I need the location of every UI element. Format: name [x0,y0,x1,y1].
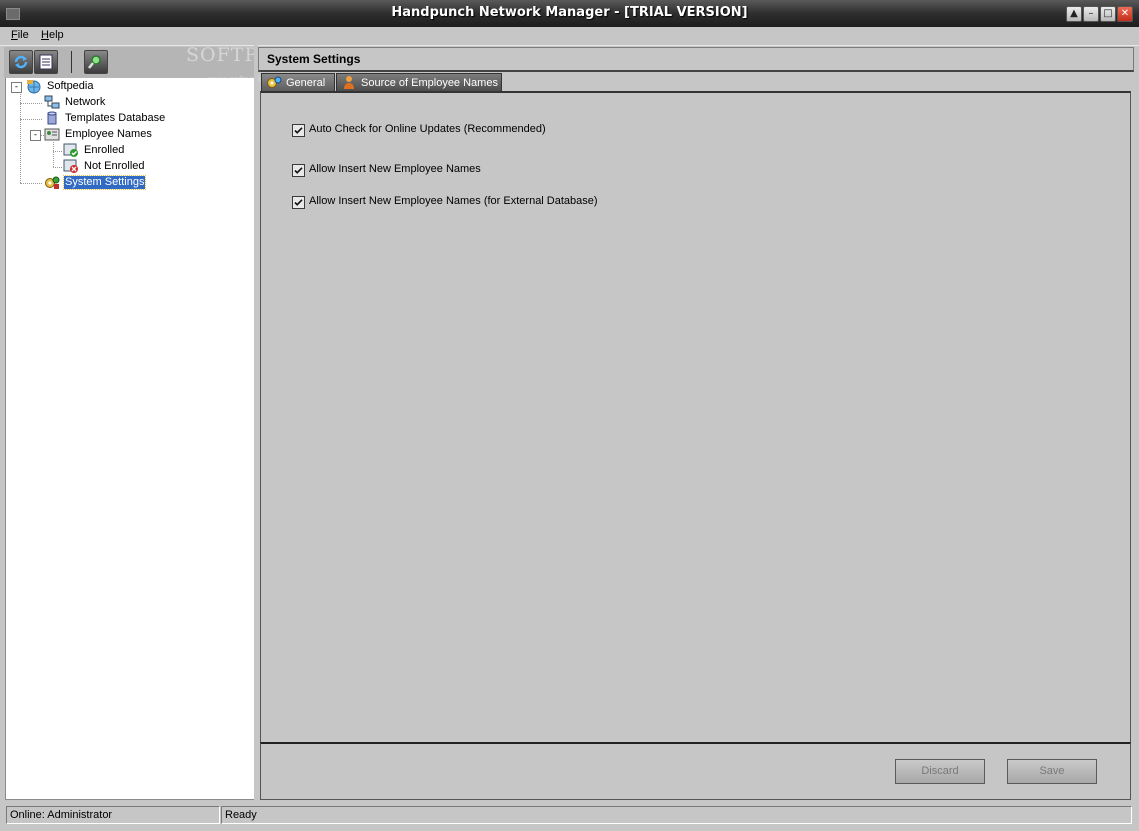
menu-file[interactable]: File [11,29,29,41]
tree-label: Templates Database [65,112,166,124]
list-icon [39,54,53,70]
tab-source-of-employee-names[interactable]: Source of Employee Names [336,73,502,92]
search-button[interactable] [84,50,108,74]
settings-icon [45,176,60,189]
tab-general[interactable]: General [261,73,335,92]
tree-line [53,151,62,152]
navigation-tree: - Softpedia Network Templates Database -… [5,78,255,800]
checkbox-box[interactable] [292,164,305,177]
checkmark-icon [294,127,303,134]
rollup-button[interactable]: ▲ [1066,6,1082,22]
person-icon [344,76,354,89]
search-icon [88,55,101,69]
status-state: Ready [221,806,1132,824]
checkbox-label: Allow Insert New Employee Names (for Ext… [309,195,598,207]
close-button[interactable]: ✕ [1117,6,1133,22]
tab-label: Source of Employee Names [361,77,498,89]
gear-icon [267,76,282,88]
database-icon [47,111,57,125]
panel-header: System Settings [258,47,1134,72]
window-title: Handpunch Network Manager - [TRIAL VERSI… [391,5,748,20]
checkbox-box[interactable] [292,196,305,209]
tree-line [20,119,42,120]
tree-label: Network [65,96,106,108]
tree-label: System Settings [62,175,147,190]
tab-strip: General Source of Employee Names [259,72,1132,92]
employees-icon [44,128,60,141]
tab-label: General [286,77,326,89]
action-bar: Discard Save [260,742,1131,800]
status-bar: Online: Administrator Ready [0,803,1139,831]
save-button[interactable]: Save [1007,759,1097,784]
network-icon [44,95,60,109]
page-title: System Settings [267,52,361,66]
tree-line [20,183,42,184]
enrolled-icon [63,143,78,157]
refresh-icon [14,55,28,69]
tree-line [53,142,54,167]
tree-label: Employee Names [65,128,152,140]
tree-label: Not Enrolled [84,160,145,172]
menu-help[interactable]: Help [41,29,64,41]
maximize-button[interactable]: □ [1100,6,1116,22]
checkbox-label: Allow Insert New Employee Names [309,163,481,175]
not-enrolled-icon [63,159,78,173]
tree-label: Enrolled [84,144,125,156]
toolbar-separator [71,51,72,73]
checkbox-box[interactable] [292,124,305,137]
tree-label: Softpedia [47,80,94,92]
panel-splitter[interactable] [254,45,258,801]
list-button[interactable] [34,50,58,74]
tree-collapse-employee-names[interactable]: - [30,130,41,141]
tree-line [53,167,62,168]
tree-line [20,103,42,104]
title-bar[interactable]: Handpunch Network Manager - [TRIAL VERSI… [0,0,1139,28]
settings-content: Auto Check for Online Updates (Recommend… [260,91,1131,744]
refresh-button[interactable] [9,50,33,74]
minimize-button[interactable]: – [1083,6,1099,22]
checkmark-icon [294,199,303,206]
tree-line [20,87,21,183]
app-window: Handpunch Network Manager - [TRIAL VERSI… [0,0,1139,831]
checkmark-icon [294,167,303,174]
tree-collapse-root[interactable]: - [11,82,22,93]
checkbox-label: Auto Check for Online Updates (Recommend… [309,123,546,135]
menu-bar: File Help [0,27,1139,46]
globe-icon [27,80,41,94]
discard-button[interactable]: Discard [895,759,985,784]
status-user: Online: Administrator [6,806,220,824]
